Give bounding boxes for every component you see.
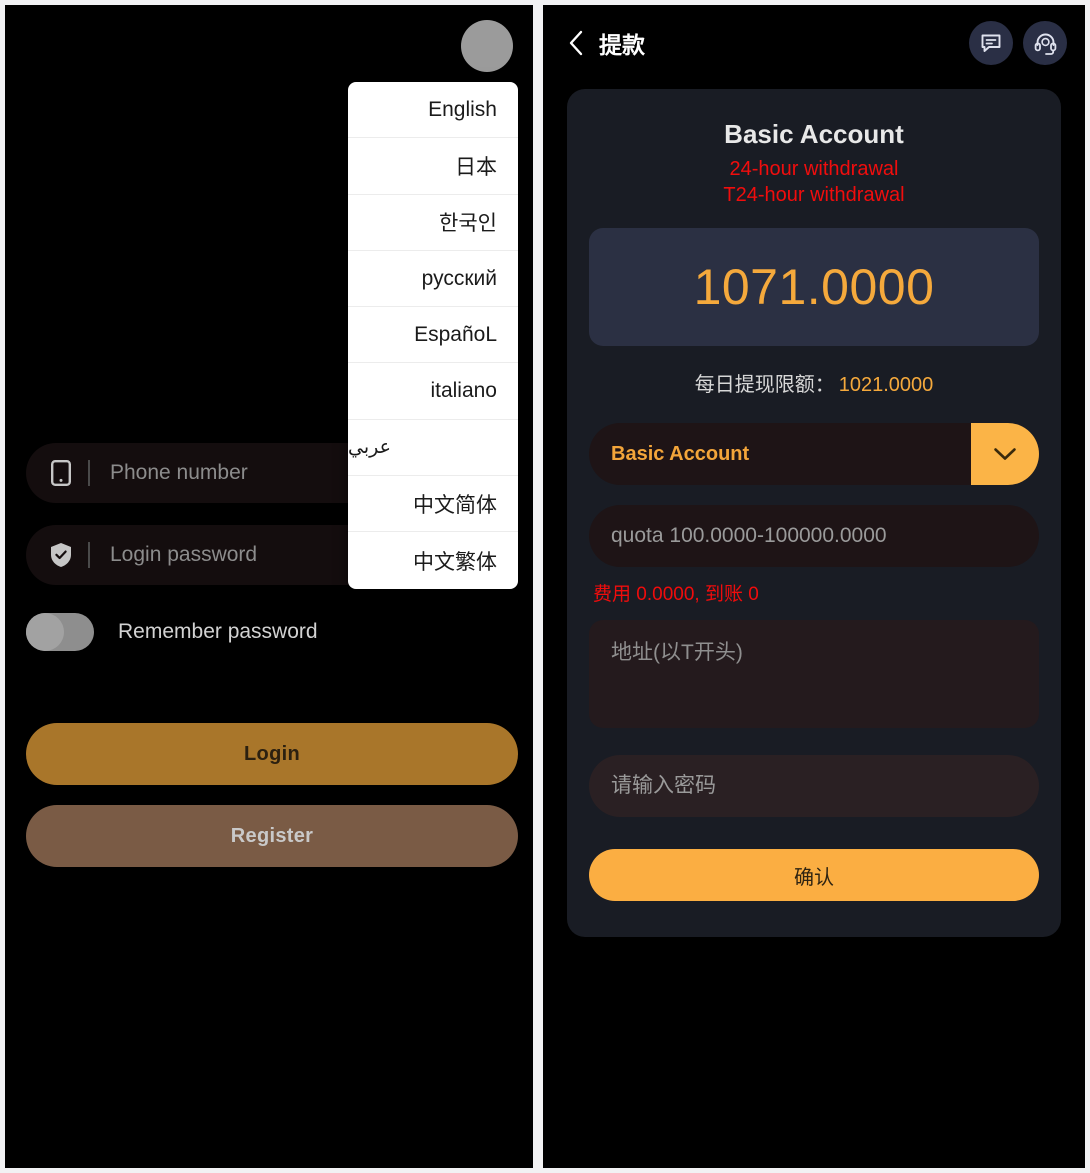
withdraw-amount-input[interactable] (589, 505, 1039, 567)
language-option-label: русский (421, 266, 497, 290)
chevron-down-icon[interactable] (971, 423, 1039, 485)
language-option-chinese-simplified[interactable]: 中文简体 (348, 476, 518, 533)
language-dropdown-menu[interactable]: English 日本 한국인 русский EspañoL italiano … (348, 82, 518, 589)
field-divider (88, 542, 90, 568)
language-option-korean[interactable]: 한국인 (348, 195, 518, 251)
daily-limit-row: 每日提现限额： 1021.0000 (589, 368, 1039, 397)
remember-password-row[interactable]: Remember password (26, 613, 518, 651)
language-option-arabic[interactable]: عربي (348, 420, 518, 477)
language-option-label: italiano (430, 379, 497, 403)
account-select-value: Basic Account (611, 442, 750, 465)
balance-value: 1071.0000 (693, 259, 935, 315)
shield-check-icon (48, 542, 74, 568)
language-option-label: EspañoL (414, 322, 497, 346)
language-option-label: English (428, 97, 497, 121)
account-type-title: Basic Account (724, 119, 904, 149)
chevron-left-icon[interactable] (563, 28, 589, 58)
remember-password-label: Remember password (118, 620, 318, 643)
withdraw-address-input[interactable] (589, 620, 1039, 728)
daily-limit-label: 每日提现限额： (694, 374, 835, 396)
language-option-label: 日本 (455, 155, 497, 179)
withdraw-card: Basic Account 24-hour withdrawal T24-hou… (567, 89, 1061, 937)
customer-service-icon[interactable] (1023, 21, 1067, 65)
language-option-label: 中文简体 (413, 493, 497, 517)
language-option-english[interactable]: English (348, 82, 518, 139)
language-option-japanese[interactable]: 日本 (348, 138, 518, 195)
avatar[interactable] (461, 20, 513, 72)
account-select[interactable]: Basic Account (589, 423, 1039, 485)
balance-box: 1071.0000 (589, 228, 1039, 346)
login-button[interactable]: Login (26, 723, 518, 785)
field-divider (88, 460, 90, 486)
withdraw-panel: 提款 Basic Account 24-hour withdrawal T24-… (543, 5, 1085, 1168)
daily-limit-value: 1021.0000 (838, 374, 934, 396)
language-option-russian[interactable]: русский (348, 251, 518, 308)
app-screen: English 日本 한국인 русский EspañoL italiano … (0, 0, 1090, 1173)
fee-note: 费用 0.0000, 到账 0 (593, 584, 759, 605)
login-panel: English 日本 한국인 русский EspañoL italiano … (5, 5, 533, 1168)
language-option-italian[interactable]: italiano (348, 363, 518, 420)
language-option-label: عربي (348, 436, 391, 458)
message-icon[interactable] (969, 21, 1013, 65)
page-title: 提款 (599, 32, 645, 58)
language-option-label: 中文繁体 (413, 550, 497, 574)
withdraw-topbar: 提款 (543, 5, 1085, 81)
phone-icon (48, 460, 74, 486)
account-note-line-2: T24-hour withdrawal (723, 184, 905, 206)
remember-password-toggle[interactable] (26, 613, 94, 651)
language-option-chinese-traditional[interactable]: 中文繁体 (348, 532, 518, 588)
withdraw-password-input[interactable] (589, 755, 1039, 817)
account-note-line-1: 24-hour withdrawal (729, 158, 899, 180)
register-button[interactable]: Register (26, 805, 518, 867)
account-note: 24-hour withdrawal T24-hour withdrawal (589, 156, 1039, 208)
language-option-spanish[interactable]: EspañoL (348, 307, 518, 364)
language-option-label: 한국인 (439, 212, 497, 236)
confirm-button[interactable]: 确认 (589, 849, 1039, 901)
